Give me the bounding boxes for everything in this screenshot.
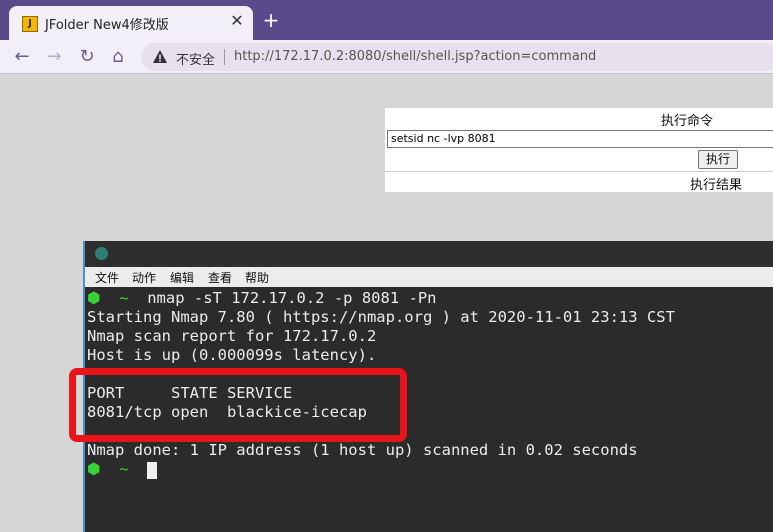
highlight-annotation xyxy=(69,368,407,442)
address-bar[interactable]: 不安全 http://172.17.0.2:8080/shell/shell.j… xyxy=(141,43,773,71)
menu-view[interactable]: 查看 xyxy=(208,269,232,286)
exec-command-heading: 执行命令 xyxy=(661,114,714,129)
command-panel: 执行命令 setsid nc -lvp 8081 执行 执行结果 xyxy=(385,108,773,193)
close-icon[interactable]: ✕ xyxy=(228,12,246,30)
exec-result-heading: 执行结果 xyxy=(690,178,743,193)
menu-action[interactable]: 动作 xyxy=(132,269,156,286)
reload-icon[interactable]: ↻ xyxy=(75,45,99,69)
terminal-menubar: 文件 动作 编辑 查看 帮助 xyxy=(85,267,773,287)
terminal-line: ⬢ ~ xyxy=(87,460,147,479)
prompt-icon: ⬢ ~ xyxy=(87,460,148,478)
url-separator xyxy=(224,49,225,65)
terminal-line: Nmap scan report for 172.17.0.2 xyxy=(87,327,377,345)
home-icon[interactable]: ⌂ xyxy=(106,45,130,69)
terminal-titlebar[interactable] xyxy=(85,241,773,267)
terminal-line: ⬢ ~ nmap -sT 172.17.0.2 -p 8081 -Pn xyxy=(87,289,437,308)
terminal-line: Nmap done: 1 IP address (1 host up) scan… xyxy=(87,441,638,459)
browser-tab[interactable]: J JFolder New4修改版 ✕ xyxy=(9,6,253,40)
text-cursor xyxy=(147,462,157,479)
prompt-icon: ⬢ ~ xyxy=(87,289,148,307)
divider xyxy=(385,171,773,172)
menu-help[interactable]: 帮助 xyxy=(245,269,269,286)
terminal-line: Host is up (0.000099s latency). xyxy=(87,346,377,364)
browser-tabbar: J JFolder New4修改版 ✕ + xyxy=(0,0,773,40)
security-label[interactable]: 不安全 xyxy=(176,49,215,68)
terminal-line: Starting Nmap 7.80 ( https://nmap.org ) … xyxy=(87,308,675,326)
url-text[interactable]: http://172.17.0.2:8080/shell/shell.jsp?a… xyxy=(234,49,596,64)
command-input[interactable]: setsid nc -lvp 8081 xyxy=(387,130,773,148)
back-arrow-icon[interactable]: ← xyxy=(10,45,34,69)
new-tab-button[interactable]: + xyxy=(261,9,281,31)
menu-file[interactable]: 文件 xyxy=(95,269,119,286)
jsp-icon: J xyxy=(22,16,38,32)
warning-icon[interactable] xyxy=(152,49,168,65)
tab-title: JFolder New4修改版 xyxy=(45,18,169,33)
command-text: nmap -sT 172.17.0.2 -p 8081 -Pn xyxy=(147,289,437,307)
execute-button[interactable]: 执行 xyxy=(698,150,738,169)
menu-edit[interactable]: 编辑 xyxy=(170,269,194,286)
browser-toolbar: ← → ↻ ⌂ 不安全 http://172.17.0.2:8080/shell… xyxy=(0,40,773,74)
forward-arrow-icon[interactable]: → xyxy=(42,45,66,69)
terminal-app-icon xyxy=(95,247,108,260)
